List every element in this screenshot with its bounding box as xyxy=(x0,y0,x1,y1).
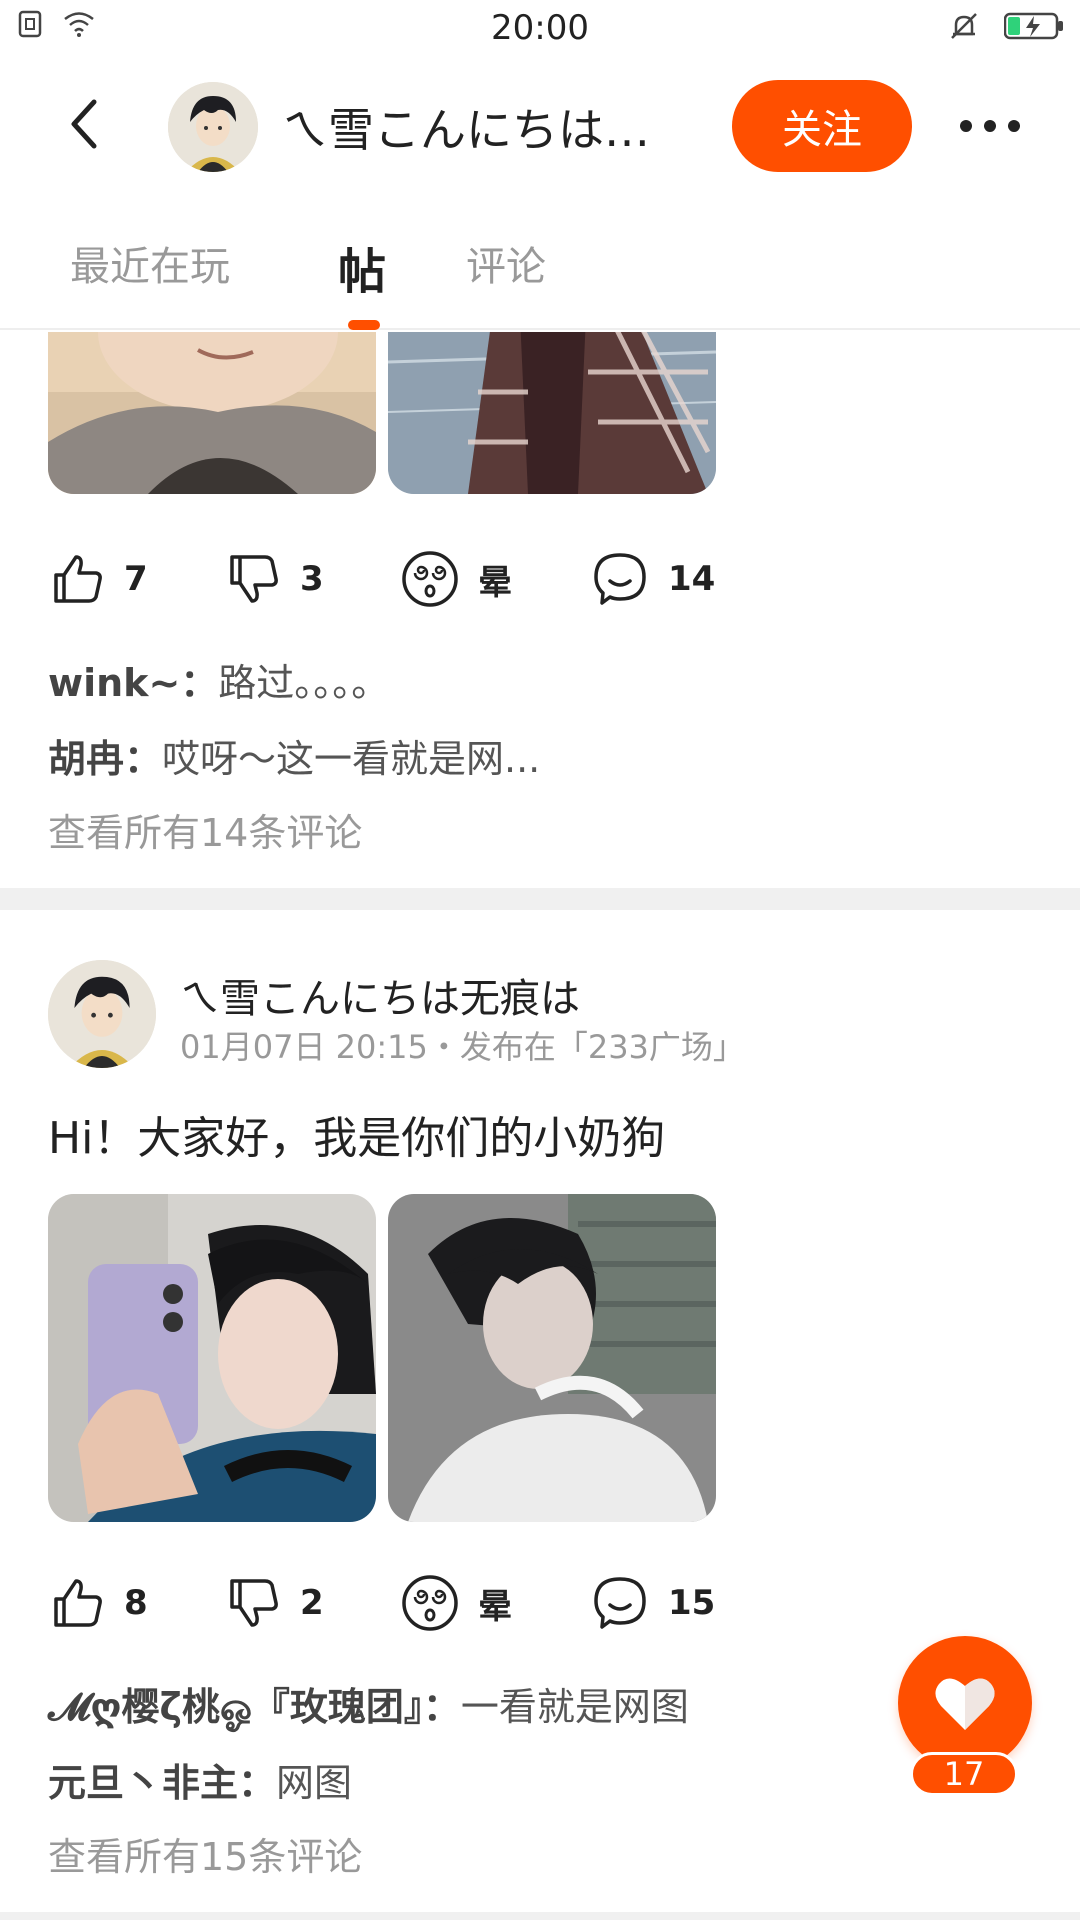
photo-boy-headphones xyxy=(388,1194,716,1522)
view-all-comments-link[interactable]: 查看所有15条评论 xyxy=(48,1826,362,1881)
post-image[interactable] xyxy=(48,332,376,494)
like-button[interactable]: 7 xyxy=(50,544,148,614)
like-button[interactable]: 8 xyxy=(50,1568,148,1638)
thumbs-down-icon xyxy=(230,555,278,603)
chevron-left-icon xyxy=(71,99,97,149)
more-dot-icon xyxy=(984,120,996,132)
post-meta: 01月07日 20:15・发布在「233广场」 xyxy=(180,1028,745,1066)
post-actions: 7 3 晕 14 xyxy=(50,544,750,614)
post-actions: 8 2 晕 15 xyxy=(50,1568,750,1638)
comment-button[interactable]: 15 xyxy=(590,1568,715,1638)
comment-text: 网图 xyxy=(276,1761,353,1805)
comment-button[interactable]: 14 xyxy=(590,544,715,614)
profile-header: ㄟ雪こんにちは无痕は 关注 xyxy=(0,70,1080,180)
tab-comments[interactable]: 评论 xyxy=(466,234,546,292)
post-author-name[interactable]: ㄟ雪こんにちは无痕は xyxy=(180,966,580,1024)
dislike-count: 2 xyxy=(300,1583,324,1623)
more-dot-icon xyxy=(1008,120,1020,132)
mute-bell-icon xyxy=(948,10,980,46)
back-button[interactable] xyxy=(60,94,110,154)
comment-author: 元旦丶非主： xyxy=(48,1761,277,1805)
status-time: 20:00 xyxy=(491,8,589,48)
post-image[interactable] xyxy=(48,1194,376,1522)
status-right xyxy=(948,10,1064,46)
avatar[interactable] xyxy=(48,960,156,1068)
tab-indicator xyxy=(348,320,380,330)
dizzy-face-icon xyxy=(402,1575,458,1631)
like-count: 7 xyxy=(124,559,148,599)
follow-button[interactable]: 关注 xyxy=(732,80,912,172)
dizzy-label: 晕 xyxy=(478,1586,512,1627)
page-title: ㄟ雪こんにちは无痕は xyxy=(282,103,682,157)
comment-preview[interactable]: 𝓜ღ樱ζ桃ஓ『玫瑰团』：一看就是网图 xyxy=(48,1676,689,1735)
comment-preview[interactable]: 元旦丶非主：网图 xyxy=(48,1752,352,1807)
anime-avatar-image xyxy=(48,960,156,1068)
like-count: 8 xyxy=(124,1583,148,1623)
photo-boy-selfie-phone xyxy=(48,1194,376,1522)
more-dot-icon xyxy=(960,120,972,132)
post-image[interactable] xyxy=(388,332,716,494)
status-bar: 20:00 xyxy=(0,0,1080,58)
thumbs-up-icon xyxy=(54,555,102,603)
comment-count: 15 xyxy=(668,1583,716,1623)
thumbs-down-icon xyxy=(230,1579,278,1627)
thumbs-up-icon xyxy=(54,1579,102,1627)
post-image[interactable] xyxy=(388,1194,716,1522)
comment-author: 𝓜ღ樱ζ桃ஓ『玫瑰团』： xyxy=(48,1685,461,1729)
post-divider xyxy=(0,1912,1080,1920)
profile-tabs: 最近在玩 帖 评论 xyxy=(0,220,1080,330)
floating-like-button[interactable] xyxy=(898,1636,1032,1770)
photo-man-plaid-jacket xyxy=(388,332,716,494)
battery-icon xyxy=(1003,12,1064,44)
tab-recently-played[interactable]: 最近在玩 xyxy=(70,234,230,292)
comment-preview[interactable]: wink~：路过。。。。 xyxy=(48,652,389,707)
anime-avatar-image xyxy=(168,82,258,172)
dislike-count: 3 xyxy=(300,559,324,599)
comment-bubble-icon xyxy=(594,1577,646,1629)
avatar[interactable] xyxy=(168,82,258,172)
dizzy-reaction-button[interactable]: 晕 xyxy=(400,544,512,614)
comment-text: 一看就是网图 xyxy=(460,1685,689,1729)
tab-posts[interactable]: 帖 xyxy=(338,232,386,302)
more-options-button[interactable] xyxy=(960,106,1060,146)
dizzy-face-icon xyxy=(402,551,458,607)
comment-author: 胡冉： xyxy=(48,737,163,781)
view-all-comments-link[interactable]: 查看所有14条评论 xyxy=(48,802,362,857)
comment-author: wink~： xyxy=(48,661,219,705)
dizzy-label: 晕 xyxy=(478,562,512,603)
floating-like-count: 17 xyxy=(910,1752,1018,1796)
heart-icon xyxy=(935,1678,995,1730)
dizzy-reaction-button[interactable]: 晕 xyxy=(400,1568,512,1638)
app-screen: 20:00 ㄟ雪こんにちは无痕は 关注 xyxy=(0,0,1080,1920)
dislike-button[interactable]: 2 xyxy=(226,1568,324,1638)
post-text: Hi！大家好，我是你们的小奶狗 xyxy=(48,1113,666,1164)
comment-preview[interactable]: 胡冉：哎呀～这一看就是网... xyxy=(48,728,540,783)
photo-man-sweater xyxy=(48,332,376,494)
comment-bubble-icon xyxy=(594,553,646,605)
comment-count: 14 xyxy=(668,559,716,599)
comment-text: 路过。。。。 xyxy=(218,661,390,705)
comment-text: 哎呀～这一看就是网... xyxy=(162,737,541,781)
dislike-button[interactable]: 3 xyxy=(226,544,324,614)
post-divider xyxy=(0,888,1080,910)
